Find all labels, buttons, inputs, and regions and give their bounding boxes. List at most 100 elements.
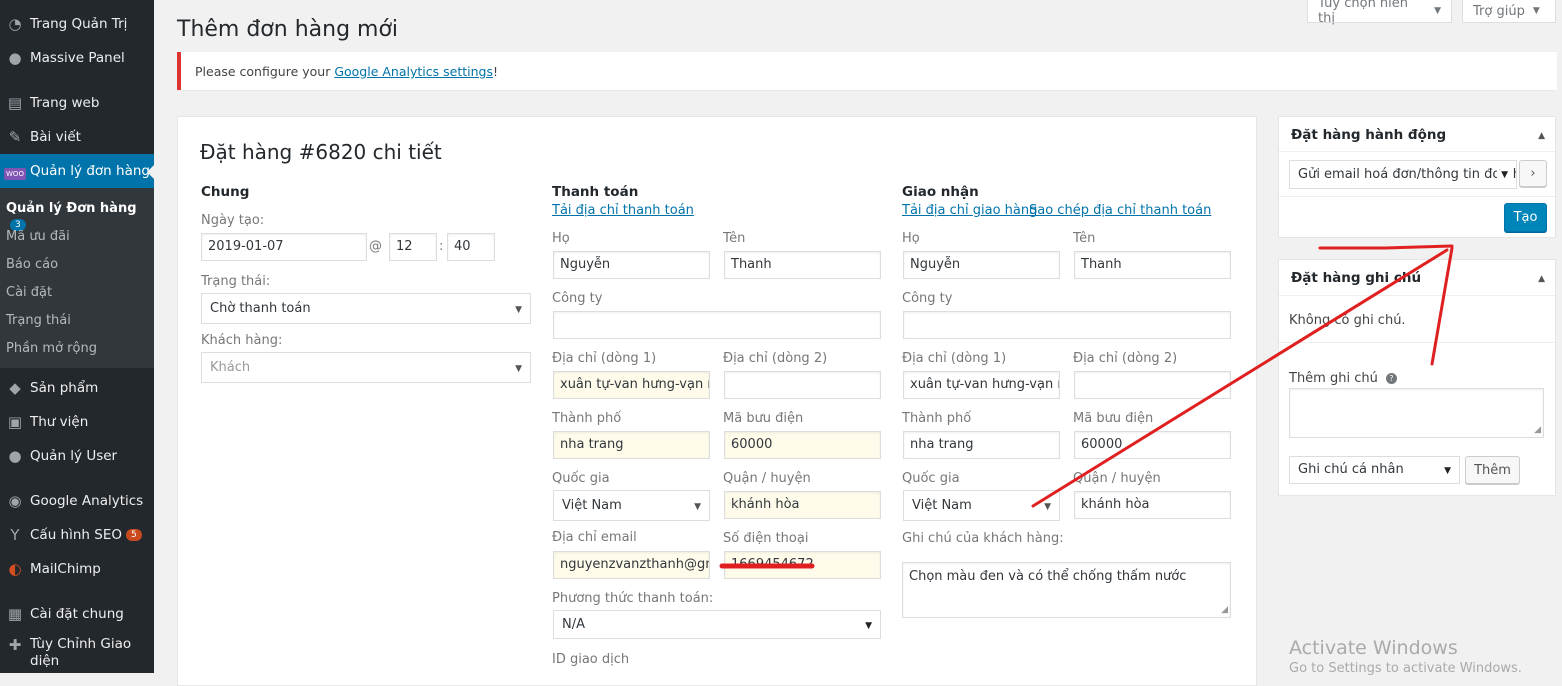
shipping-address1-input[interactable]: xuân tự-van hưng-vạn ninh	[903, 371, 1060, 399]
billing-address2-input[interactable]	[724, 371, 881, 399]
shipping-company-input[interactable]	[903, 311, 1231, 339]
shipping-address1-label: Địa chỉ (dòng 1)	[902, 351, 1007, 366]
analytics-notice: Please configure your Google Analytics s…	[177, 52, 1557, 90]
lightbulb-icon: ●	[8, 49, 22, 67]
load-billing-link[interactable]: Tải địa chỉ thanh toán	[552, 203, 694, 218]
menu-dashboard[interactable]: ◔ Trang Quản Trị	[0, 7, 154, 41]
menu-media[interactable]: ▣ Thư viện	[0, 405, 154, 439]
billing-phone-input[interactable]: 1669454672	[724, 551, 881, 579]
shipping-address2-label: Địa chỉ (dòng 2)	[1073, 351, 1178, 366]
billing-city-input[interactable]: nha trang	[553, 431, 710, 459]
general-heading: Chung	[201, 184, 250, 200]
woocommerce-icon: WOO	[4, 168, 26, 180]
status-select[interactable]: Chờ thanh toán ▼	[201, 293, 531, 324]
menu-mailchimp[interactable]: ◐ MailChimp	[0, 552, 154, 586]
menu-settings[interactable]: ▦ Cài đặt chung	[0, 597, 154, 631]
shipping-country-label: Quốc gia	[902, 471, 960, 486]
billing-company-input[interactable]	[553, 311, 881, 339]
caret-down-icon: ▼	[1444, 466, 1451, 476]
menu-seo[interactable]: Y Cấu hình SEO 5	[0, 518, 154, 552]
resize-grip-icon: ◢	[1534, 425, 1541, 435]
customer-select[interactable]: Khách ▼	[201, 352, 531, 383]
caret-down-icon: ▼	[515, 364, 522, 374]
caret-down-icon: ▼	[1434, 6, 1441, 16]
shipping-first-name-input[interactable]: Nguyễn	[903, 251, 1060, 279]
submenu-extensions[interactable]: Phần mở rộng	[6, 341, 97, 356]
billing-city-label: Thành phố	[552, 411, 622, 426]
note-type-select[interactable]: Ghi chú cá nhân ▼	[1289, 456, 1460, 484]
submenu-settings[interactable]: Cài đặt	[6, 285, 52, 300]
analytics-icon: ◉	[8, 492, 22, 510]
billing-postcode-label: Mã bưu điện	[723, 411, 804, 426]
admin-sidebar: ◔ Trang Quản Trị ● Massive Panel ▤ Trang we…	[0, 0, 155, 676]
shipping-district-input[interactable]: khánh hòa	[1074, 491, 1231, 519]
shipping-heading: Giao nhận	[902, 184, 979, 200]
menu-orders-label: Quản lý đơn hàng	[30, 163, 150, 179]
pages-icon: ▤	[7, 94, 23, 112]
submenu-coupons[interactable]: Mã ưu đãi	[6, 229, 70, 244]
hour-input[interactable]: 12	[389, 233, 437, 261]
order-actions-title: Đặt hàng hành động	[1291, 127, 1447, 143]
menu-users-label: Quản lý User	[30, 448, 118, 464]
shipping-country-select[interactable]: Việt Nam ▼	[903, 490, 1060, 521]
collapse-arrow-icon[interactable]: ▲	[1538, 274, 1545, 284]
shipping-address2-input[interactable]	[1074, 371, 1231, 399]
help-icon[interactable]: ?	[1385, 373, 1397, 384]
analytics-settings-link[interactable]: Google Analytics settings	[334, 64, 493, 79]
submenu-reports[interactable]: Báo cáo	[6, 257, 58, 272]
menu-users[interactable]: ● Quản lý User	[0, 439, 154, 473]
shipping-district-label: Quận / huyện	[1073, 471, 1161, 486]
billing-company-label: Công ty	[552, 291, 603, 306]
order-notes-box: Đặt hàng ghi chú ▲ Không có ghi chú. Thê…	[1278, 259, 1556, 496]
payment-method-select[interactable]: N/A ▼	[553, 610, 881, 639]
menu-pages[interactable]: ▤ Trang web	[0, 86, 154, 120]
seo-count-badge: 5	[125, 529, 142, 541]
billing-district-input[interactable]: khánh hòa	[724, 491, 881, 519]
copy-billing-link[interactable]: Sao chép địa chỉ thanh toán	[1029, 203, 1211, 218]
menu-massive-panel[interactable]: ● Massive Panel	[0, 41, 154, 75]
minute-input[interactable]: 40	[447, 233, 495, 261]
billing-first-name-input[interactable]: Nguyễn	[553, 251, 710, 279]
menu-customize-label: Tùy Chỉnh Giao diện	[30, 636, 132, 669]
customer-label: Khách hàng:	[201, 333, 283, 348]
add-note-button[interactable]: Thêm	[1465, 456, 1520, 484]
wrench-icon: ✚	[8, 636, 22, 654]
billing-last-name-input[interactable]: Thanh	[724, 251, 881, 279]
menu-customize[interactable]: ✚ Tùy Chỉnh Giao diện	[0, 636, 154, 676]
shipping-last-name-input[interactable]: Thanh	[1074, 251, 1231, 279]
add-note-label: Thêm ghi chú?	[1289, 371, 1397, 386]
order-action-select[interactable]: Gửi email hoá đơn/thông tin đơn hàng▼	[1289, 160, 1517, 189]
shipping-city-input[interactable]: nha trang	[903, 431, 1060, 459]
add-note-textarea[interactable]: ◢	[1289, 388, 1544, 438]
billing-country-label: Quốc gia	[552, 471, 610, 486]
apply-action-button[interactable]: ›	[1519, 160, 1547, 187]
billing-address1-input[interactable]: xuân tự-van hưng-vạn ninh	[553, 371, 710, 399]
billing-country-select[interactable]: Việt Nam ▼	[553, 490, 710, 521]
collapse-arrow-icon[interactable]: ▲	[1538, 131, 1545, 141]
divider	[1279, 196, 1555, 197]
help-button[interactable]: Trợ giúp ▼	[1462, 0, 1556, 23]
menu-orders[interactable]: WOO Quản lý đơn hàng	[0, 154, 155, 188]
submenu-status[interactable]: Trạng thái	[6, 313, 71, 328]
orders-submenu: Quản lý Đơn hàng3 Mã ưu đãi Báo cáo Cài …	[0, 188, 154, 368]
order-actions-box: Đặt hàng hành động ▲ Gửi email hoá đơn/t…	[1278, 116, 1556, 238]
date-input[interactable]: 2019-01-07	[201, 233, 367, 261]
billing-email-input[interactable]: nguyenzvanzthanh@gmail.com	[553, 551, 710, 579]
submenu-orders[interactable]: Quản lý Đơn hàng3	[6, 201, 154, 231]
menu-posts[interactable]: ✎ Bài viết	[0, 120, 154, 154]
screen-options-button[interactable]: Tùy chọn hiển thị ▼	[1307, 0, 1452, 26]
menu-dashboard-label: Trang Quản Trị	[30, 16, 128, 32]
create-order-button[interactable]: Tạo	[1504, 203, 1547, 232]
menu-analytics[interactable]: ◉ Google Analytics	[0, 484, 154, 518]
customer-note-textarea[interactable]: Chọn màu đen và có thể chống thấm nước ◢	[902, 562, 1231, 618]
menu-products[interactable]: ◆ Sản phẩm	[0, 371, 154, 405]
billing-phone-label: Số điện thoại	[723, 531, 809, 546]
load-shipping-link[interactable]: Tải địa chỉ giao hàng	[902, 203, 1037, 218]
payment-method-label: Phương thức thanh toán:	[552, 591, 714, 606]
caret-down-icon: ▼	[694, 502, 701, 512]
at-sign: @	[369, 239, 382, 254]
billing-postcode-input[interactable]: 60000	[724, 431, 881, 459]
shipping-postcode-input[interactable]: 60000	[1074, 431, 1231, 459]
pin-icon: ✎	[8, 128, 22, 146]
billing-email-label: Địa chỉ email	[552, 530, 637, 545]
